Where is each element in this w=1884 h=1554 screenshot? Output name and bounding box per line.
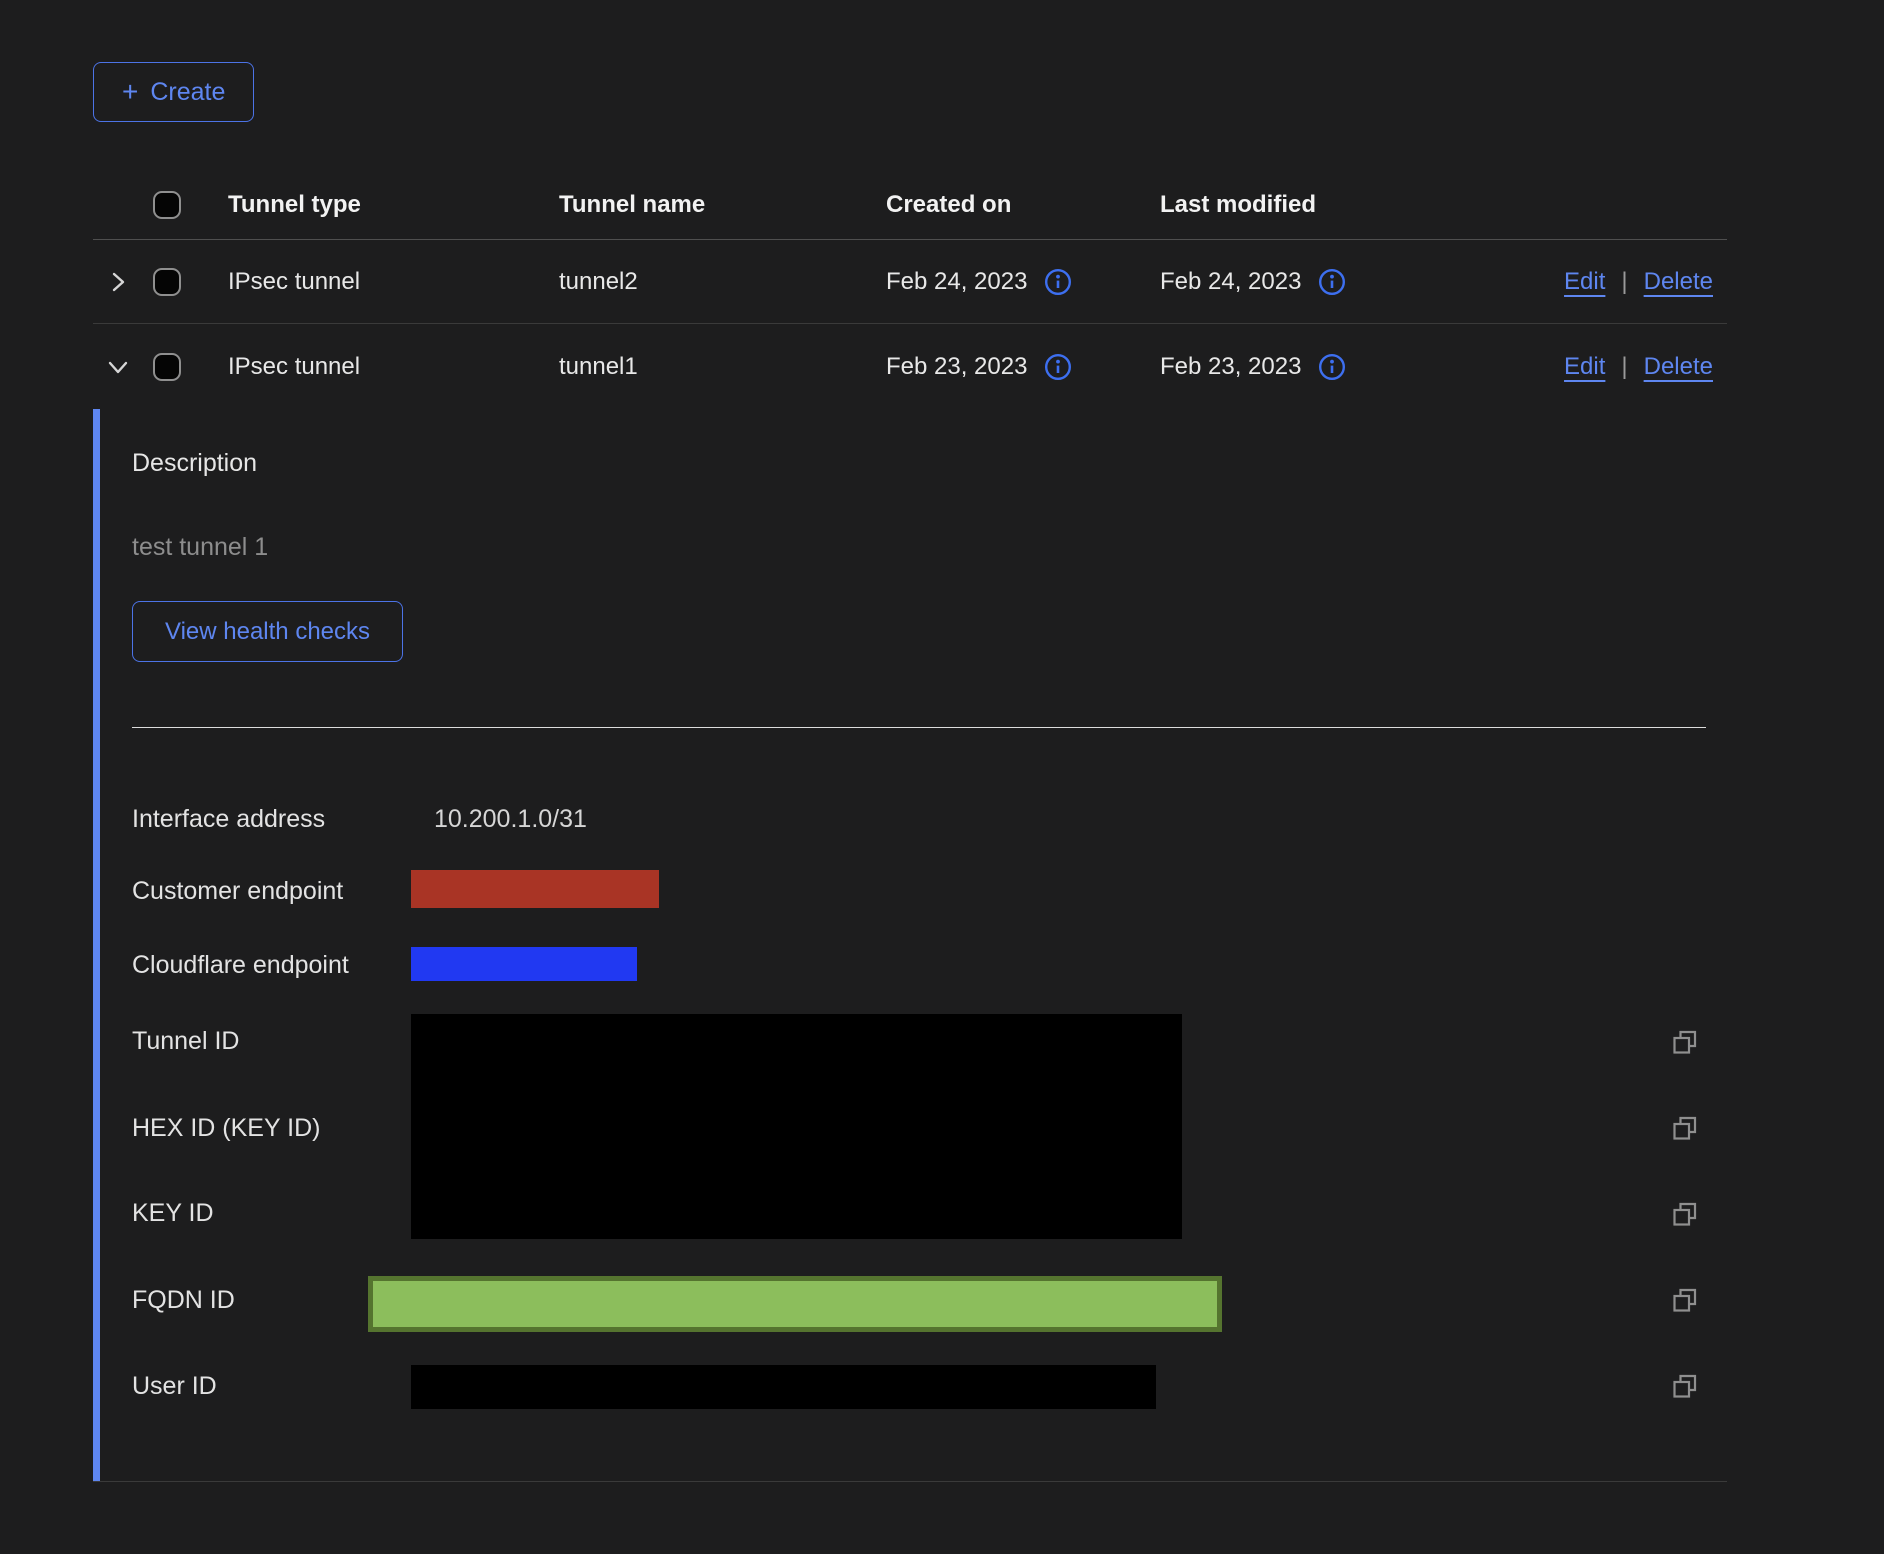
action-separator: | bbox=[1621, 353, 1627, 381]
interface-address-label: Interface address bbox=[132, 805, 325, 834]
chevron-down-icon bbox=[105, 354, 131, 380]
tunnel-id-label: Tunnel ID bbox=[132, 1027, 239, 1056]
tunnel-name-cell: tunnel2 bbox=[546, 268, 873, 296]
info-icon[interactable] bbox=[1043, 352, 1073, 382]
interface-address-value: 10.200.1.0/31 bbox=[434, 805, 587, 834]
copy-icon bbox=[1670, 1199, 1700, 1229]
created-on-cell: Feb 24, 2023 bbox=[886, 268, 1027, 296]
action-separator: | bbox=[1621, 268, 1627, 296]
header-last-modified: Last modified bbox=[1147, 191, 1393, 219]
customer-endpoint-redacted-value bbox=[411, 870, 659, 908]
info-icon[interactable] bbox=[1043, 267, 1073, 297]
plus-icon: + bbox=[122, 78, 138, 106]
create-button[interactable]: + Create bbox=[93, 62, 254, 122]
table-row: IPsec tunnel tunnel2 Feb 24, 2023 Feb 24… bbox=[93, 240, 1727, 324]
hex-id-label: HEX ID (KEY ID) bbox=[132, 1114, 320, 1143]
row-checkbox[interactable] bbox=[153, 268, 181, 296]
edit-link[interactable]: Edit bbox=[1564, 353, 1605, 381]
copy-icon bbox=[1670, 1027, 1700, 1057]
info-icon[interactable] bbox=[1317, 352, 1347, 382]
fqdn-id-redacted-value bbox=[368, 1276, 1222, 1332]
cloudflare-endpoint-label: Cloudflare endpoint bbox=[132, 951, 349, 980]
description-value: test tunnel 1 bbox=[132, 533, 268, 562]
tunnel-type-cell: IPsec tunnel bbox=[215, 353, 546, 381]
tunnel-name-cell: tunnel1 bbox=[546, 353, 873, 381]
panel-accent-bar bbox=[93, 409, 100, 1481]
created-on-cell: Feb 23, 2023 bbox=[886, 353, 1027, 381]
copy-user-id-button[interactable] bbox=[1670, 1371, 1700, 1401]
copy-icon bbox=[1670, 1371, 1700, 1401]
copy-icon bbox=[1670, 1113, 1700, 1143]
header-tunnel-name: Tunnel name bbox=[546, 191, 873, 219]
fqdn-id-label: FQDN ID bbox=[132, 1286, 235, 1315]
info-icon[interactable] bbox=[1317, 267, 1347, 297]
tunnels-table: Tunnel type Tunnel name Created on Last … bbox=[93, 170, 1727, 1482]
description-label: Description bbox=[132, 449, 257, 478]
header-tunnel-type: Tunnel type bbox=[215, 191, 546, 219]
edit-link[interactable]: Edit bbox=[1564, 268, 1605, 296]
chevron-right-icon bbox=[105, 269, 131, 295]
create-button-label: Create bbox=[150, 78, 225, 107]
table-row: IPsec tunnel tunnel1 Feb 23, 2023 Feb 23… bbox=[93, 324, 1727, 409]
copy-hex-id-button[interactable] bbox=[1670, 1113, 1700, 1143]
copy-icon bbox=[1670, 1285, 1700, 1315]
cloudflare-endpoint-redacted-value bbox=[411, 947, 637, 981]
tunnel-type-cell: IPsec tunnel bbox=[215, 268, 546, 296]
select-all-checkbox[interactable] bbox=[153, 191, 181, 219]
table-header-row: Tunnel type Tunnel name Created on Last … bbox=[93, 170, 1727, 240]
last-modified-cell: Feb 24, 2023 bbox=[1160, 268, 1301, 296]
delete-link[interactable]: Delete bbox=[1644, 268, 1713, 296]
expanded-tunnel-panel: Description test tunnel 1 View health ch… bbox=[93, 409, 1727, 1482]
collapse-row-button[interactable] bbox=[105, 354, 131, 380]
user-id-redacted-value bbox=[411, 1365, 1156, 1409]
header-created-on: Created on bbox=[873, 191, 1147, 219]
key-id-label: KEY ID bbox=[132, 1199, 214, 1228]
customer-endpoint-label: Customer endpoint bbox=[132, 877, 343, 906]
tunnels-page: + Create Tunnel type Tunnel name Created… bbox=[0, 0, 1884, 1554]
user-id-label: User ID bbox=[132, 1372, 217, 1401]
view-health-checks-button[interactable]: View health checks bbox=[132, 601, 403, 662]
row-checkbox[interactable] bbox=[153, 353, 181, 381]
copy-key-id-button[interactable] bbox=[1670, 1199, 1700, 1229]
delete-link[interactable]: Delete bbox=[1644, 353, 1713, 381]
copy-fqdn-id-button[interactable] bbox=[1670, 1285, 1700, 1315]
copy-tunnel-id-button[interactable] bbox=[1670, 1027, 1700, 1057]
ids-redacted-value bbox=[411, 1014, 1182, 1239]
last-modified-cell: Feb 23, 2023 bbox=[1160, 353, 1301, 381]
expand-row-button[interactable] bbox=[105, 269, 131, 295]
panel-divider bbox=[132, 727, 1706, 728]
